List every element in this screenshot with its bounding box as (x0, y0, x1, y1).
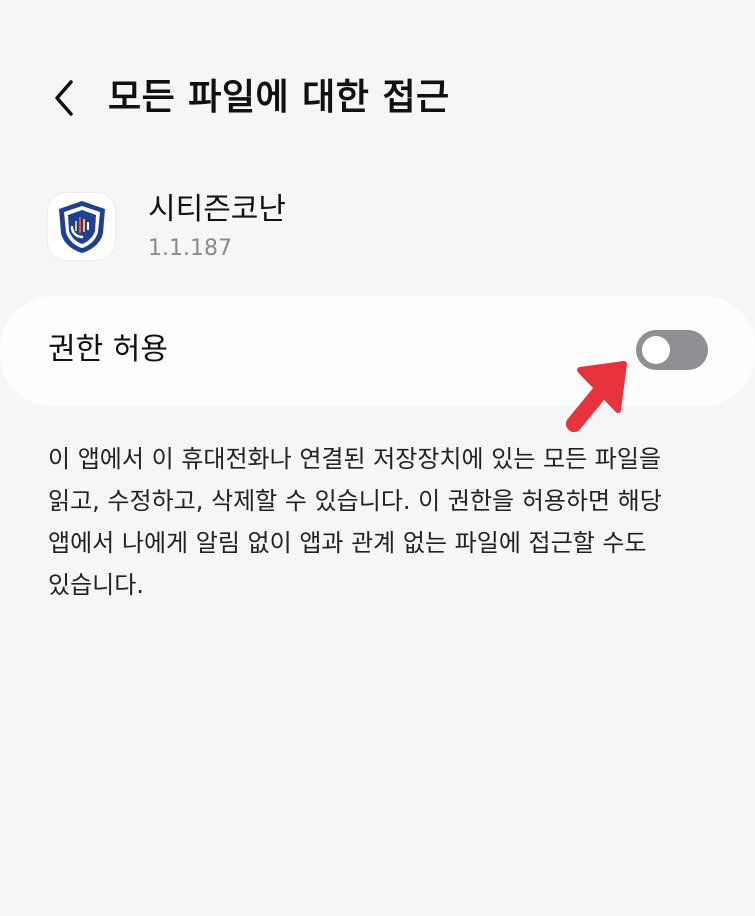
back-button[interactable] (36, 70, 92, 126)
app-name: 시티즌코난 (148, 192, 286, 227)
shield-phone-app-icon (58, 200, 105, 253)
permission-toggle[interactable] (636, 330, 708, 370)
app-bar: 모든 파일에 대한 접근 (0, 0, 755, 190)
page-title: 모든 파일에 대한 접근 (108, 77, 450, 118)
app-icon (48, 193, 115, 260)
chevron-left-icon (55, 80, 73, 116)
permission-description: 이 앱에서 이 휴대전화나 연결된 저장장치에 있는 모든 파일을 읽고, 수정… (48, 445, 662, 599)
red-arrow-icon (566, 361, 627, 432)
app-info-row: 시티즌코난 1.1.187 (48, 190, 728, 270)
toggle-knob (642, 336, 670, 364)
app-version: 1.1.187 (148, 236, 232, 261)
permission-label: 권한 허용 (48, 332, 168, 367)
